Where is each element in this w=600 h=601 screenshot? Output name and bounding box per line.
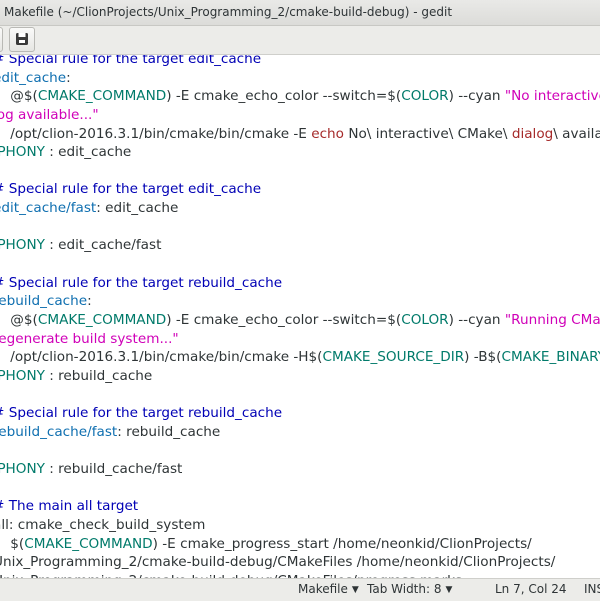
code-token: rebuild_cache/fast [0,423,118,440]
code-token: COLOR [401,311,449,328]
code-line: .PHONY : rebuild_cache/fast [0,460,600,479]
code-token: COLOR [401,88,449,105]
code-token: : edit_cache [44,144,132,161]
code-line: edit_cache/fast: edit_cache [0,199,600,218]
cursor-position: Ln 7, Col 24 [495,582,567,596]
code-line: # Special rule for the target rebuild_ca… [0,274,600,293]
code-line: /opt/clion-2016.3.1/bin/cmake/bin/cmake … [0,348,600,367]
save-icon [16,33,28,45]
code-token: ) -B$( [464,349,502,366]
code-token: # The main all target [0,498,139,515]
window-title: Makefile (~/ClionProjects/Unix_Programmi… [4,5,453,19]
text-editor[interactable]: # Special rule for the target edit_cache… [0,55,600,578]
code-token: echo [311,125,344,142]
code-token: edit_cache [0,69,67,86]
code-token: ) -E cmake_progress_start /home/neonkid/… [152,535,532,552]
save-button[interactable] [9,27,35,52]
code-token: "Running CMake to regenerate build syste… [504,311,600,328]
code-token: # Special rule for the target rebuild_ca… [0,274,283,291]
code-token: edit_cache/fast [0,200,97,217]
code-line: # The main all target [0,497,600,516]
code-token: \ available... [553,125,600,142]
code-token: ) -E cmake_echo_color --switch=$( [166,311,402,328]
code-line: edit_cache: [0,69,600,88]
tab-width-selector[interactable]: Tab Width: 8 ▼ [367,579,452,601]
code-token: dialog [511,125,554,142]
code-token: ) --cyan [448,311,505,328]
code-token: : [87,293,92,310]
code-line: .PHONY : edit_cache/fast [0,236,600,255]
code-line: @$(CMAKE_COMMAND) -E cmake_echo_color --… [0,87,600,106]
code-token: CMAKE_COMMAND [37,311,167,328]
title-bar: Makefile (~/ClionProjects/Unix_Programmi… [0,0,600,26]
code-token: .PHONY [0,461,45,478]
code-line: @$(CMAKE_COMMAND) -E cmake_echo_color --… [0,311,600,330]
open-button[interactable] [0,27,3,52]
code-line: Unix_Programming_2/cmake-build-debug/CMa… [0,553,600,572]
code-token: CMAKE_COMMAND [37,88,167,105]
code-token: : rebuild_cache [117,423,221,440]
code-token: : edit_cache/fast [44,237,162,254]
code-line: # Special rule for the target edit_cache [0,55,600,69]
code-token: ) --cyan [448,88,505,105]
code-token: $( [10,535,25,552]
code-token: CMAKE_SOURCE_DIR [322,349,465,366]
code-line: rebuild_cache/fast: rebuild_cache [0,423,600,442]
code-line: # Special rule for the target edit_cache [0,180,600,199]
code-token: .PHONY [0,144,45,161]
code-line: log available..." [0,106,600,125]
insert-mode: INS [584,582,600,596]
chevron-down-icon: ▼ [351,585,359,595]
code-token: @$( [10,88,38,105]
code-token: : edit_cache [96,200,179,217]
code-view[interactable]: # Special rule for the target edit_cache… [0,55,600,578]
code-token: log available..." [0,106,99,123]
code-line: regenerate build system..." [0,330,600,349]
code-token: : [66,69,71,86]
code-line: all: cmake_check_build_system [0,516,600,535]
toolbar [0,26,600,55]
code-line: .PHONY : rebuild_cache [0,367,600,386]
code-token: .PHONY [0,237,45,254]
code-line: rebuild_cache: [0,292,600,311]
language-selector[interactable]: Makefile ▼ [298,579,359,601]
code-token: /opt/clion-2016.3.1/bin/cmake/bin/cmake … [0,349,323,366]
code-token: all: cmake_check_build_system [0,517,206,534]
status-bar: Makefile▼ Tab Width: 8▼ Ln 7, Col 24 INS [0,578,600,601]
code-token: CMAKE_BINARY_DIR [501,349,600,366]
code-token: @$( [10,311,38,328]
code-token: # Special rule for the target edit_cache [0,181,262,198]
code-line: # Special rule for the target rebuild_ca… [0,404,600,423]
code-token: regenerate build system..." [0,330,179,347]
code-token: "No interactive CMake dialog available..… [504,88,600,105]
code-token: Unix_Programming_2/cmake-build-debug/CMa… [0,554,556,571]
code-token: : rebuild_cache [44,367,153,384]
code-line: /opt/clion-2016.3.1/bin/cmake/bin/cmake … [0,125,600,144]
code-token: rebuild_cache [0,293,88,310]
code-token: /opt/clion-2016.3.1/bin/cmake/bin/cmake … [0,125,312,142]
code-token: .PHONY [0,367,45,384]
code-token: # Special rule for the target rebuild_ca… [0,405,283,422]
code-token: # Special rule for the target edit_cache [0,55,262,67]
code-token: No\ interactive\ CMake\ [344,125,512,142]
code-token: : rebuild_cache/fast [44,461,183,478]
code-line: .PHONY : edit_cache [0,143,600,162]
code-line: $(CMAKE_COMMAND) -E cmake_progress_start… [0,535,600,554]
code-token: CMAKE_COMMAND [24,535,153,552]
code-token: ) -E cmake_echo_color --switch=$( [166,88,402,105]
chevron-down-icon: ▼ [445,585,453,595]
